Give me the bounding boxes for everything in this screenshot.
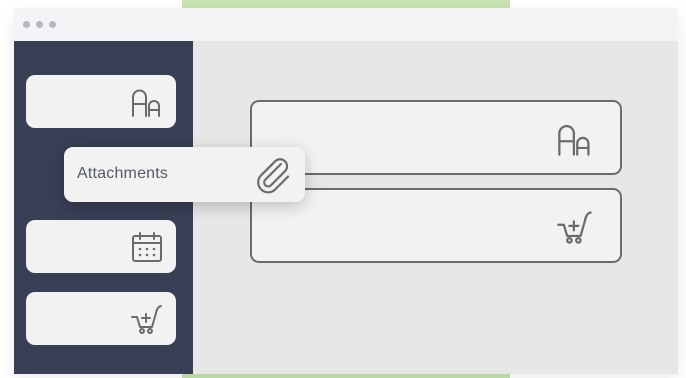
window-dot[interactable] <box>23 21 30 28</box>
cart-add-icon <box>130 302 164 336</box>
sidebar-item-add-to-cart-field[interactable] <box>26 292 176 345</box>
sidebar-item-date-field[interactable] <box>26 220 176 273</box>
dragging-attachments-item[interactable]: Attachments <box>64 147 305 202</box>
window-dot[interactable] <box>36 21 43 28</box>
cart-add-icon <box>556 208 594 246</box>
canvas-add-to-cart-field[interactable] <box>250 188 622 263</box>
text-format-icon <box>556 120 594 158</box>
window-controls <box>23 21 56 28</box>
paperclip-icon <box>251 154 293 196</box>
calendar-icon <box>130 230 164 264</box>
sidebar <box>14 41 193 374</box>
attachments-label: Attachments <box>77 165 169 182</box>
text-format-icon <box>130 85 164 119</box>
sidebar-item-text-field[interactable] <box>26 75 176 128</box>
window-dot[interactable] <box>49 21 56 28</box>
canvas-text-field[interactable] <box>250 100 622 175</box>
title-bar <box>14 8 678 41</box>
